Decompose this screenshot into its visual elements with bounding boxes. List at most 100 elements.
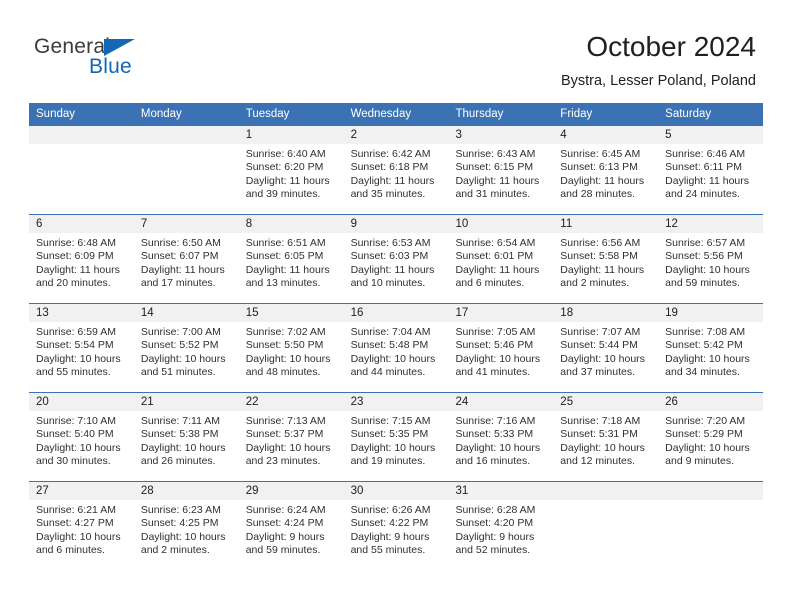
sunrise-text: Sunrise: 7:20 AM <box>665 415 746 427</box>
day-cell[interactable]: Sunrise: 7:18 AM Sunset: 5:31 PM Dayligh… <box>553 411 658 481</box>
daylight-line-2: and 16 minutes. <box>455 455 531 468</box>
daylight-line-1: Daylight: 10 hours <box>665 263 750 276</box>
day-cell[interactable]: Sunrise: 7:05 AM Sunset: 5:46 PM Dayligh… <box>448 322 553 392</box>
day-number[interactable]: 14 <box>134 304 239 322</box>
daylight-line-2: and 28 minutes. <box>560 188 636 201</box>
daylight-line-1: Daylight: 10 hours <box>350 352 436 365</box>
day-number[interactable]: 24 <box>448 393 553 411</box>
daylight-line-1: Daylight: 11 hours <box>455 263 540 276</box>
general-blue-logo[interactable]: General Blue <box>34 36 184 86</box>
daylight-line-2: and 35 minutes. <box>350 188 426 201</box>
day-number[interactable]: 16 <box>344 304 449 322</box>
day-cell[interactable]: Sunrise: 6:53 AM Sunset: 6:03 PM Dayligh… <box>344 233 449 303</box>
day-cell[interactable]: Sunrise: 6:48 AM Sunset: 6:09 PM Dayligh… <box>29 233 134 303</box>
week-row: 13 14 15 16 17 18 19 Sunrise: 6:59 AM Su… <box>29 303 763 392</box>
day-cell[interactable]: Sunrise: 7:15 AM Sunset: 5:35 PM Dayligh… <box>344 411 449 481</box>
day-cell[interactable]: Sunrise: 6:46 AM Sunset: 6:11 PM Dayligh… <box>658 144 763 214</box>
day-cell[interactable]: Sunrise: 7:07 AM Sunset: 5:44 PM Dayligh… <box>553 322 658 392</box>
daylight-line-2: and 6 minutes. <box>36 544 105 557</box>
day-number[interactable]: 20 <box>29 393 134 411</box>
day-number[interactable]: 4 <box>553 126 658 144</box>
day-cell[interactable]: Sunrise: 6:28 AM Sunset: 4:20 PM Dayligh… <box>448 500 553 570</box>
day-cell[interactable]: Sunrise: 7:04 AM Sunset: 5:48 PM Dayligh… <box>344 322 449 392</box>
day-cell[interactable]: Sunrise: 6:26 AM Sunset: 4:22 PM Dayligh… <box>344 500 449 570</box>
weekday-header-monday: Monday <box>140 108 182 120</box>
day-cell[interactable]: Sunrise: 6:45 AM Sunset: 6:13 PM Dayligh… <box>553 144 658 214</box>
day-cell[interactable]: Sunrise: 7:02 AM Sunset: 5:50 PM Dayligh… <box>239 322 344 392</box>
day-number[interactable] <box>134 126 239 144</box>
day-number[interactable]: 13 <box>29 304 134 322</box>
daylight-line-2: and 17 minutes. <box>140 277 216 290</box>
daylight-line-2: and 23 minutes. <box>245 455 321 468</box>
sunset-text: Sunset: 5:29 PM <box>665 428 743 441</box>
page-title: October 2024 <box>586 31 756 62</box>
day-cell[interactable]: Sunrise: 7:11 AM Sunset: 5:38 PM Dayligh… <box>134 411 239 481</box>
day-cell[interactable] <box>134 144 239 214</box>
day-body-row: Sunrise: 7:10 AM Sunset: 5:40 PM Dayligh… <box>29 411 763 481</box>
day-cell[interactable] <box>658 500 763 570</box>
day-number[interactable]: 25 <box>553 393 658 411</box>
day-cell[interactable] <box>553 500 658 570</box>
day-cell[interactable]: Sunrise: 6:54 AM Sunset: 6:01 PM Dayligh… <box>448 233 553 303</box>
day-cell[interactable]: Sunrise: 6:23 AM Sunset: 4:25 PM Dayligh… <box>134 500 239 570</box>
day-cell[interactable]: Sunrise: 6:21 AM Sunset: 4:27 PM Dayligh… <box>29 500 134 570</box>
daylight-line-1: Daylight: 10 hours <box>665 441 750 454</box>
day-cell[interactable]: Sunrise: 6:57 AM Sunset: 5:56 PM Dayligh… <box>658 233 763 303</box>
day-cell[interactable]: Sunrise: 6:50 AM Sunset: 6:07 PM Dayligh… <box>134 233 239 303</box>
sunset-text: Sunset: 5:54 PM <box>36 339 114 352</box>
sunrise-text: Sunrise: 7:08 AM <box>665 326 746 338</box>
day-number[interactable]: 8 <box>239 215 344 233</box>
day-number[interactable]: 27 <box>29 482 134 500</box>
day-cell[interactable]: Sunrise: 6:40 AM Sunset: 6:20 PM Dayligh… <box>239 144 344 214</box>
day-number[interactable]: 30 <box>344 482 449 500</box>
day-cell[interactable]: Sunrise: 6:56 AM Sunset: 5:58 PM Dayligh… <box>553 233 658 303</box>
day-number[interactable]: 29 <box>239 482 344 500</box>
day-cell[interactable]: Sunrise: 7:00 AM Sunset: 5:52 PM Dayligh… <box>134 322 239 392</box>
day-number[interactable]: 5 <box>658 126 763 144</box>
day-cell[interactable]: Sunrise: 7:13 AM Sunset: 5:37 PM Dayligh… <box>239 411 344 481</box>
day-number[interactable]: 6 <box>29 215 134 233</box>
day-number[interactable]: 11 <box>553 215 658 233</box>
day-cell[interactable]: Sunrise: 7:16 AM Sunset: 5:33 PM Dayligh… <box>448 411 553 481</box>
day-number[interactable]: 17 <box>448 304 553 322</box>
sunset-text: Sunset: 5:56 PM <box>665 250 743 263</box>
day-cell[interactable]: Sunrise: 6:43 AM Sunset: 6:15 PM Dayligh… <box>448 144 553 214</box>
day-cell[interactable]: Sunrise: 6:59 AM Sunset: 5:54 PM Dayligh… <box>29 322 134 392</box>
day-number[interactable]: 10 <box>448 215 553 233</box>
day-cell[interactable] <box>29 144 134 214</box>
day-number[interactable]: 2 <box>344 126 449 144</box>
day-number[interactable]: 23 <box>344 393 449 411</box>
day-cell[interactable]: Sunrise: 7:10 AM Sunset: 5:40 PM Dayligh… <box>29 411 134 481</box>
day-cell[interactable]: Sunrise: 7:08 AM Sunset: 5:42 PM Dayligh… <box>658 322 763 392</box>
day-number[interactable]: 1 <box>239 126 344 144</box>
daylight-line-1: Daylight: 9 hours <box>245 530 325 543</box>
day-number-band: 20 21 22 23 24 25 26 <box>29 393 763 411</box>
day-number[interactable]: 12 <box>658 215 763 233</box>
sunset-text: Sunset: 4:22 PM <box>350 517 429 530</box>
day-number[interactable]: 26 <box>658 393 763 411</box>
daylight-line-1: Daylight: 10 hours <box>455 352 541 365</box>
daylight-line-2: and 44 minutes. <box>350 366 426 379</box>
day-number[interactable]: 22 <box>239 393 344 411</box>
day-number[interactable]: 28 <box>134 482 239 500</box>
day-number[interactable]: 31 <box>448 482 553 500</box>
day-cell[interactable]: Sunrise: 6:24 AM Sunset: 4:24 PM Dayligh… <box>239 500 344 570</box>
day-number[interactable]: 21 <box>134 393 239 411</box>
day-number[interactable]: 19 <box>658 304 763 322</box>
sunset-text: Sunset: 5:37 PM <box>245 428 324 441</box>
day-cell[interactable]: Sunrise: 6:51 AM Sunset: 6:05 PM Dayligh… <box>239 233 344 303</box>
daylight-line-2: and 13 minutes. <box>245 277 321 290</box>
day-number[interactable] <box>29 126 134 144</box>
day-number[interactable]: 7 <box>134 215 239 233</box>
day-number[interactable]: 15 <box>239 304 344 322</box>
day-number[interactable]: 9 <box>344 215 449 233</box>
day-cell[interactable]: Sunrise: 7:20 AM Sunset: 5:29 PM Dayligh… <box>658 411 763 481</box>
daylight-line-2: and 9 minutes. <box>665 455 735 468</box>
day-cell[interactable]: Sunrise: 6:42 AM Sunset: 6:18 PM Dayligh… <box>344 144 449 214</box>
day-number[interactable] <box>553 482 658 500</box>
day-number[interactable] <box>658 482 763 500</box>
sunset-text: Sunset: 6:20 PM <box>245 161 324 174</box>
day-number[interactable]: 3 <box>448 126 553 144</box>
weekday-header-tuesday: Tuesday <box>245 108 290 120</box>
day-number[interactable]: 18 <box>553 304 658 322</box>
